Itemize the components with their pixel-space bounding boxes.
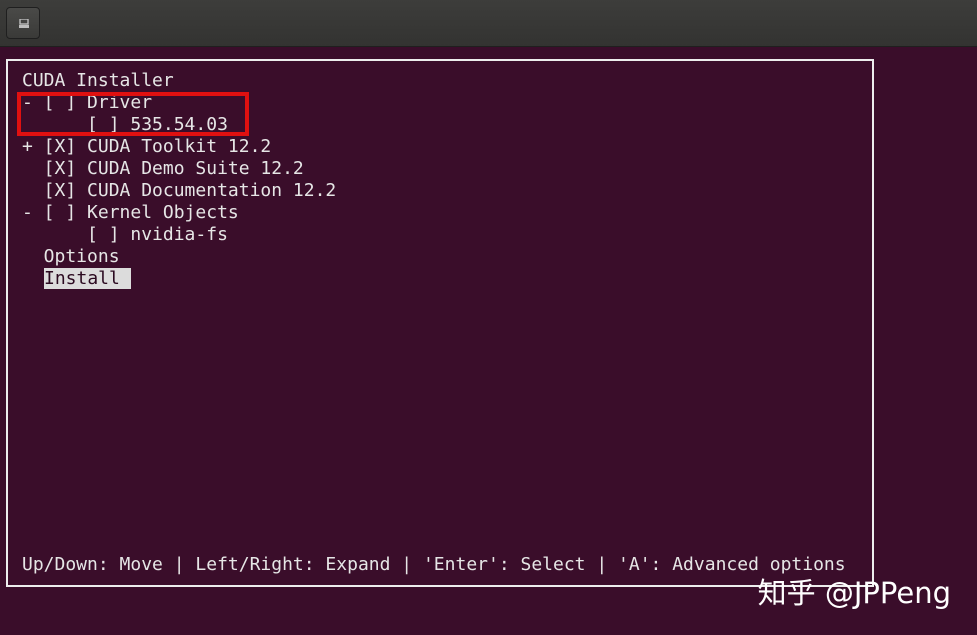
- help-bar: Up/Down: Move | Left/Right: Expand | 'En…: [22, 554, 846, 575]
- install-button[interactable]: Install: [44, 268, 131, 289]
- options-menu-item[interactable]: Options: [22, 246, 120, 268]
- installer-title: CUDA Installer: [22, 70, 174, 91]
- watermark-text: 知乎 @JPPeng: [757, 576, 951, 610]
- terminal-menu-icon: [19, 19, 29, 28]
- option-cuda-documentation[interactable]: [X] CUDA Documentation 12.2: [22, 180, 337, 202]
- option-cuda-demo-suite[interactable]: [X] CUDA Demo Suite 12.2: [22, 158, 304, 180]
- install-button-row: Install: [44, 268, 131, 290]
- annotation-highlight-box: [17, 92, 249, 136]
- titlebar-menu-button[interactable]: [6, 7, 40, 39]
- option-nvidia-fs[interactable]: [ ] nvidia-fs: [22, 224, 228, 246]
- window-titlebar: [0, 0, 977, 47]
- option-cuda-toolkit[interactable]: + [X] CUDA Toolkit 12.2: [22, 136, 271, 158]
- option-kernel-objects[interactable]: - [ ] Kernel Objects: [22, 202, 239, 224]
